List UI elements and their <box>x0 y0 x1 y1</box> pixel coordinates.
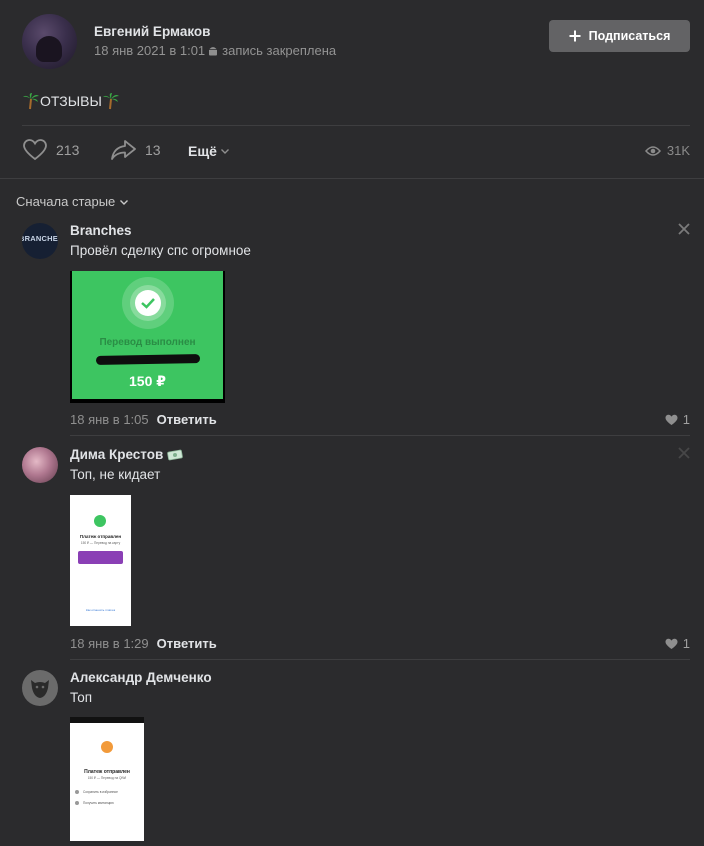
pinned-label: запись закреплена <box>222 43 337 58</box>
comment-like-count: 1 <box>682 412 690 427</box>
comment-like-button[interactable]: 1 <box>665 636 690 651</box>
commenter-name[interactable]: Александр Демченко <box>70 670 212 685</box>
author-name[interactable]: Евгений Ермаков <box>94 24 210 39</box>
comment-text: Топ, не кидает <box>70 467 161 482</box>
share-icon <box>111 140 136 160</box>
divider <box>22 125 690 126</box>
action-row: Сохранить в избранное <box>75 790 118 794</box>
post-meta: 18 янв 2021 в 1:01 запись закреплена <box>94 43 336 58</box>
commenter-name-text: Александр Демченко <box>70 670 212 685</box>
action-row: Получить квитанцию <box>75 801 114 805</box>
attachment-image[interactable]: Платеж отправлен 150 ₽ — Перевод на QIWI… <box>70 717 144 841</box>
receipt-icon <box>75 801 79 805</box>
transfer-card: Перевод выполнен 150 ₽ <box>72 271 223 399</box>
share-button[interactable]: 13 <box>110 138 161 162</box>
comment-text: Топ <box>70 690 93 705</box>
reply-link[interactable]: Ответить <box>157 412 217 427</box>
reply-link[interactable]: Ответить <box>157 636 217 651</box>
comment-like-count: 1 <box>682 636 690 651</box>
divider <box>70 659 690 660</box>
sort-label: Сначала старые <box>16 194 116 209</box>
payment-link: Как отменить платеж <box>85 608 116 612</box>
star-icon <box>75 790 79 794</box>
more-label: Ещё <box>188 143 217 159</box>
phone-status-bar <box>70 717 144 723</box>
more-button[interactable]: Ещё <box>188 143 230 159</box>
palm-tree-icon <box>102 93 119 110</box>
success-circle <box>94 515 106 527</box>
dog-icon <box>31 680 49 698</box>
payment-title: Платеж отправлен <box>79 534 122 539</box>
heart-icon <box>665 638 678 649</box>
share-count: 13 <box>145 142 161 158</box>
close-icon[interactable] <box>678 223 690 235</box>
payment-subtitle: 150 ₽ — Перевод на карту <box>80 541 121 545</box>
attachment-image[interactable]: Платеж отправлен 150 ₽ — Перевод на карт… <box>70 495 131 626</box>
eye-icon <box>644 145 661 156</box>
commenter-name-text: Дима Крестов <box>70 447 164 462</box>
commenter-avatar[interactable] <box>22 670 58 706</box>
commenter-avatar[interactable] <box>22 447 58 483</box>
comment-footer: 18 янв в 1:05 Ответить <box>70 412 217 427</box>
comment: BRANCHES Branches Провёл сделку спс огро… <box>22 223 690 429</box>
comment: Александр Демченко Топ Платеж отправлен … <box>22 670 690 846</box>
author-avatar[interactable] <box>22 14 77 69</box>
comment-text: Провёл сделку спс огромное <box>70 243 251 258</box>
comment-footer: 18 янв в 1:29 Ответить <box>70 636 217 651</box>
palm-tree-icon <box>23 93 39 110</box>
android-icon <box>209 46 218 55</box>
qiwi-logo <box>101 741 113 753</box>
chevron-down-icon <box>120 199 129 205</box>
heart-icon <box>665 414 678 425</box>
attachment-image[interactable]: Перевод выполнен 150 ₽ <box>70 271 225 403</box>
commenter-name[interactable]: Дима Крестов <box>70 447 184 462</box>
subscribe-button[interactable]: Подписаться <box>549 20 690 52</box>
redaction-scribble <box>95 354 201 365</box>
post-text-label: ОТЗЫВЫ <box>40 93 102 109</box>
views-counter: 31K <box>644 143 690 158</box>
checkmark-icon <box>141 298 155 309</box>
comment-time[interactable]: 18 янв в 1:05 <box>70 412 149 427</box>
like-button[interactable]: 213 <box>22 138 79 162</box>
commenter-name[interactable]: Branches <box>70 223 132 238</box>
promo-banner <box>78 551 123 564</box>
transfer-amount: 150 ₽ <box>129 373 166 389</box>
subscribe-label: Подписаться <box>588 29 671 43</box>
comment: Дима Крестов Топ, не кидает Платеж отпра… <box>22 447 690 653</box>
comment-time[interactable]: 18 янв в 1:29 <box>70 636 149 651</box>
plus-icon <box>569 30 581 42</box>
heart-icon <box>23 139 47 161</box>
commenter-avatar[interactable]: BRANCHES <box>22 223 58 259</box>
payment-title: Платеж отправлен <box>84 769 130 775</box>
divider <box>0 178 704 179</box>
views-count: 31K <box>666 143 690 158</box>
like-count: 213 <box>56 142 80 158</box>
post-text: ОТЗЫВЫ <box>22 92 120 110</box>
comment-like-button[interactable]: 1 <box>665 412 690 427</box>
payment-subtitle: 150 ₽ — Перевод на QIWI <box>87 776 127 780</box>
divider <box>70 435 690 436</box>
money-emoji-icon <box>167 449 184 460</box>
avatar-text: BRANCHES <box>22 234 58 243</box>
action-row-label: Получить квитанцию <box>83 801 114 805</box>
vk-post-page: Евгений Ермаков 18 янв 2021 в 1:01 запис… <box>0 0 704 846</box>
comments-sort-dropdown[interactable]: Сначала старые <box>16 194 129 209</box>
close-icon[interactable] <box>678 447 690 459</box>
post-date[interactable]: 18 янв 2021 в 1:01 <box>94 43 205 58</box>
post-actions: 213 13 Ещё 31K <box>22 138 690 166</box>
transfer-label: Перевод выполнен <box>99 337 196 348</box>
commenter-name-text: Branches <box>70 223 132 238</box>
action-row-label: Сохранить в избранное <box>83 790 118 794</box>
chevron-down-icon <box>220 149 229 154</box>
post-header: Евгений Ермаков 18 янв 2021 в 1:01 запис… <box>22 14 690 70</box>
